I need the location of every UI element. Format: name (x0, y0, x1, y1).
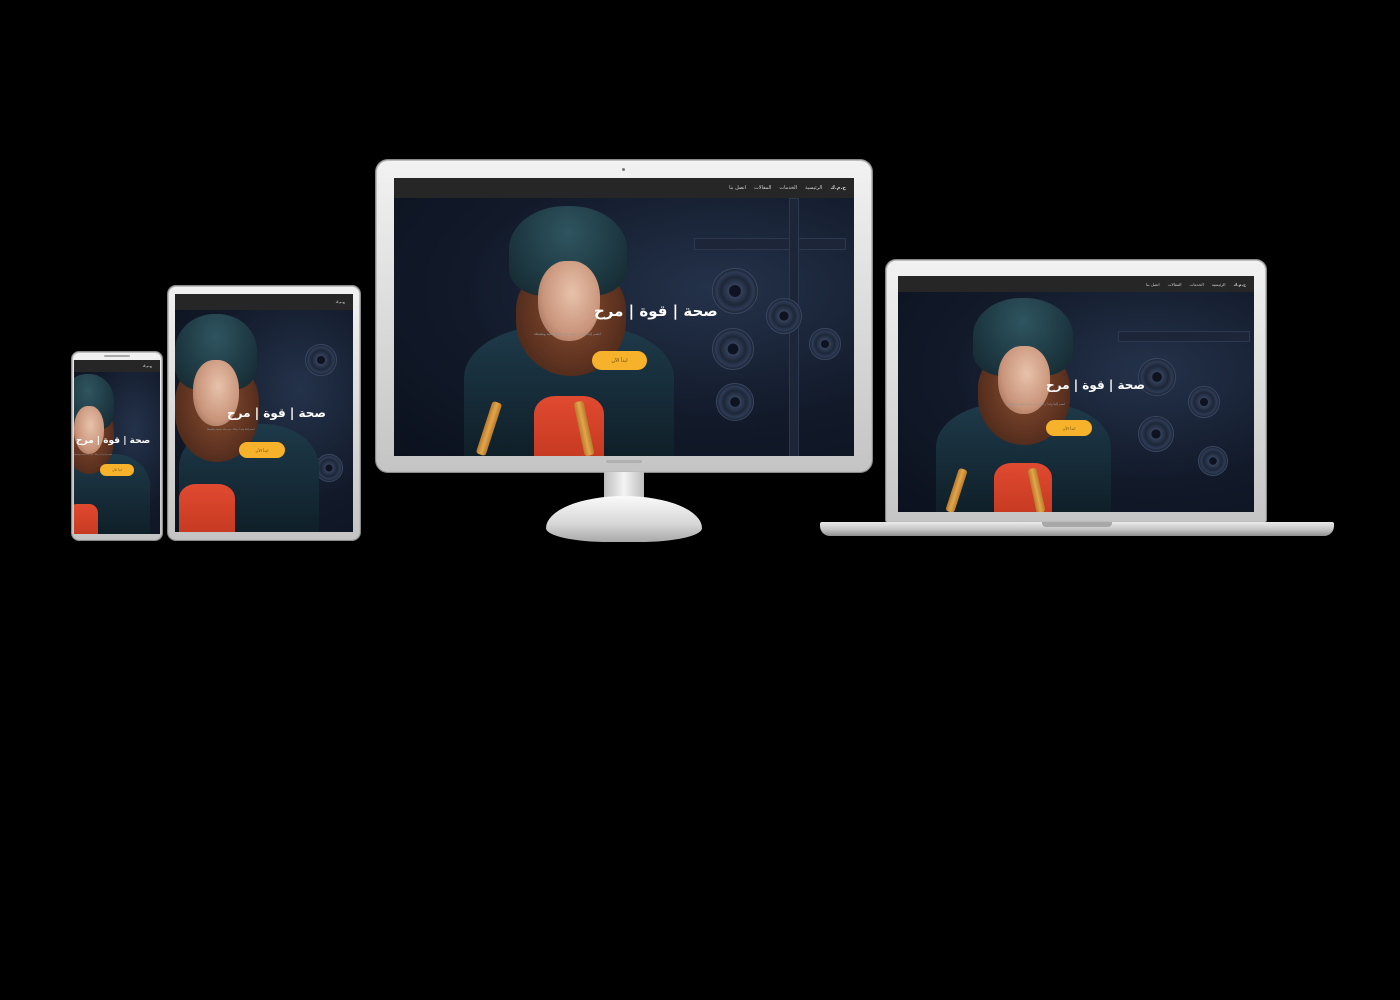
monitor-chin-dots (606, 460, 642, 463)
phone-speaker (104, 355, 130, 357)
weight-plate (1188, 386, 1220, 418)
monitor-stand-base (546, 496, 702, 542)
hero-title: صحة | قوة | مرح (594, 302, 718, 320)
nav-logo[interactable]: ح.م.ك (143, 364, 152, 368)
weight-plate (716, 383, 754, 421)
nav-item-home[interactable]: الرئيسية (805, 185, 822, 191)
desktop-monitor: ح.م.ك الرئيسية الخدمات المقالات اتصل بنا… (376, 160, 872, 544)
weight-plate (1198, 446, 1228, 476)
nav-item-contact[interactable]: اتصل بنا (729, 185, 746, 191)
hero-title: صحة | قوة | مرح (1046, 378, 1146, 392)
hero-subtitle: انضم إلينا وابدأ رحلتك نحو حياة صحية ونش… (1008, 402, 1066, 406)
cta-button[interactable]: ابدأ الآن (239, 442, 285, 458)
monitor-screen: ح.م.ك الرئيسية الخدمات المقالات اتصل بنا… (394, 178, 854, 456)
laptop-notch (1042, 522, 1112, 527)
hero-athlete-image (175, 314, 325, 532)
laptop: ح.م.ك الرئيسية الخدمات المقالات اتصل بنا… (820, 260, 1334, 542)
hero-athlete-image (454, 206, 684, 456)
tablet-screen: ح.م.ك صحة | قوة | مرح انضم إلينا وابدأ ر… (175, 294, 353, 532)
nav-logo[interactable]: ح.م.ك (830, 185, 846, 191)
phone: ح.م.ك صحة | قوة | مرح انضم إلينا وابدأ ر… (72, 352, 162, 540)
nav-item-home[interactable]: الرئيسية (1212, 282, 1226, 287)
site-nav: ح.م.ك (175, 294, 353, 310)
cta-button[interactable]: ابدأ الآن (1046, 420, 1092, 436)
nav-item-articles[interactable]: المقالات (754, 185, 771, 191)
nav-item-services[interactable]: الخدمات (779, 185, 797, 191)
tablet: ح.م.ك صحة | قوة | مرح انضم إلينا وابدأ ر… (168, 286, 360, 540)
hero-title: صحة | قوة | مرح (76, 436, 151, 446)
site-nav: ح.م.ك (74, 360, 160, 372)
hero-subtitle: انضم إلينا وابدأ رحلتك نحو حياة صحية ونش… (534, 332, 601, 336)
cta-button[interactable]: ابدأ الآن (100, 464, 134, 476)
camera-icon (622, 168, 625, 171)
nav-item-articles[interactable]: المقالات (1168, 282, 1182, 287)
weight-plate (712, 328, 754, 370)
nav-logo[interactable]: ح.م.ك (336, 300, 345, 304)
nav-item-services[interactable]: الخدمات (1190, 282, 1204, 287)
nav-logo[interactable]: ح.م.ك (1233, 282, 1246, 287)
gym-rack (1118, 331, 1250, 342)
weight-plate (766, 298, 802, 334)
nav-item-contact[interactable]: اتصل بنا (1146, 282, 1160, 287)
hero-subtitle: انضم إلينا وابدأ رحلتك نحو حياة صحية ونش… (74, 454, 113, 456)
hero-subtitle: انضم إلينا وابدأ رحلتك نحو حياة صحية ونش… (207, 428, 255, 431)
hero-title: صحة | قوة | مرح (227, 406, 327, 420)
site-nav: ح.م.ك الرئيسية الخدمات المقالات اتصل بنا (898, 276, 1254, 292)
gym-rack (694, 238, 846, 250)
weight-plate (712, 268, 758, 314)
site-nav: ح.م.ك الرئيسية الخدمات المقالات اتصل بنا (394, 178, 854, 198)
laptop-screen: ح.م.ك الرئيسية الخدمات المقالات اتصل بنا… (898, 276, 1254, 512)
weight-plate (1138, 416, 1174, 452)
phone-screen: ح.م.ك صحة | قوة | مرح انضم إلينا وابدأ ر… (74, 360, 160, 534)
cta-button[interactable]: ابدأ الآن (592, 351, 647, 370)
